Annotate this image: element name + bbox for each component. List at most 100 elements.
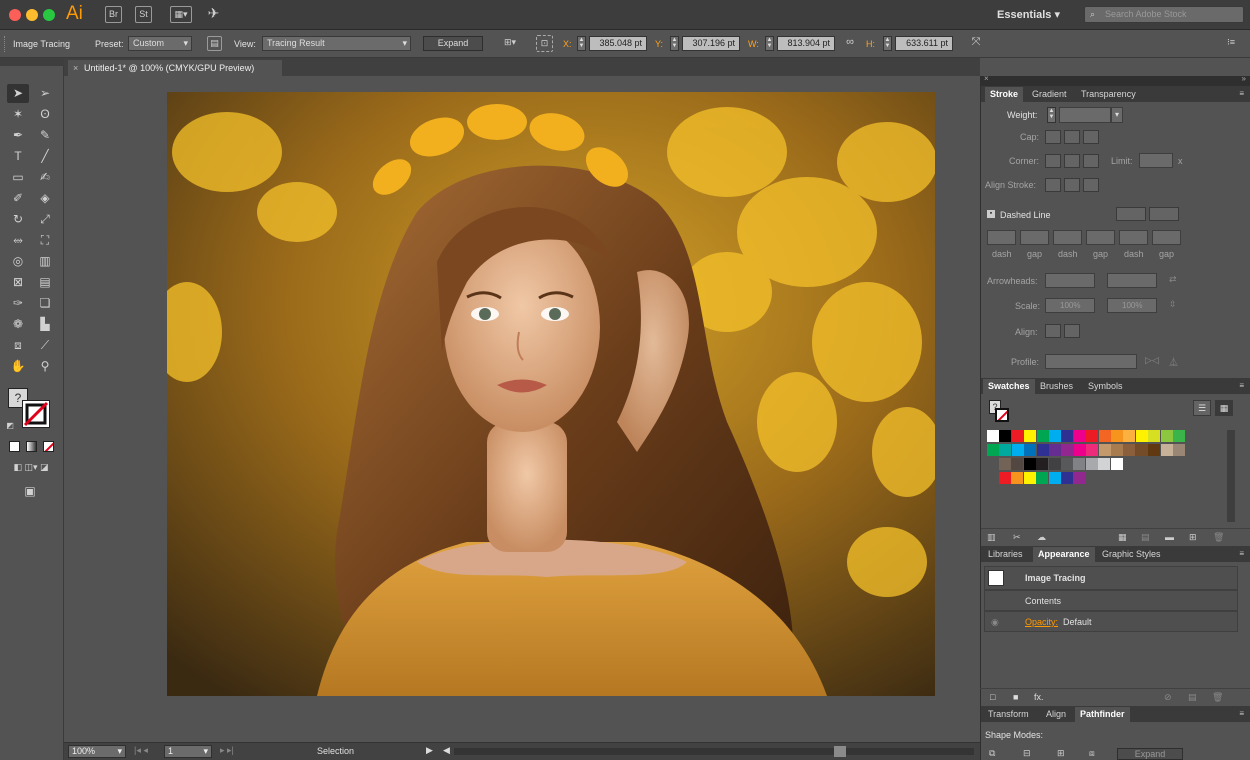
h-field[interactable]: 633.611 pt bbox=[895, 36, 953, 51]
arrow-tip-beyond-button[interactable] bbox=[1045, 324, 1061, 338]
artboard-tool-icon[interactable]: ⧈ bbox=[7, 336, 29, 355]
y-stepper[interactable]: ▲ ▼ bbox=[670, 36, 679, 51]
miter-join-button[interactable] bbox=[1045, 154, 1061, 168]
color-swatch[interactable] bbox=[999, 472, 1011, 484]
start-scale-field[interactable]: 100% bbox=[1045, 298, 1095, 313]
scroll-thumb[interactable] bbox=[834, 746, 846, 757]
color-swatch[interactable] bbox=[1073, 472, 1086, 484]
preset-select[interactable]: Custom bbox=[128, 36, 192, 51]
color-swatch[interactable] bbox=[1148, 444, 1161, 456]
end-arrowhead-select[interactable] bbox=[1107, 273, 1157, 288]
view-select[interactable]: Tracing Result bbox=[262, 36, 411, 51]
eraser-tool-icon[interactable]: ◈ bbox=[34, 189, 56, 208]
hand-tool-icon[interactable]: ✋ bbox=[7, 357, 29, 376]
minimize-window-button[interactable] bbox=[26, 9, 38, 21]
tab-transform[interactable]: Transform bbox=[983, 707, 1034, 722]
transform-options-icon[interactable]: ⤧ bbox=[968, 36, 984, 51]
lasso-tool-icon[interactable]: ʘ bbox=[34, 105, 56, 124]
horizontal-scrollbar[interactable] bbox=[454, 746, 974, 757]
flip-vertical-icon[interactable]: ⏅ bbox=[1169, 355, 1178, 368]
start-arrowhead-select[interactable] bbox=[1045, 273, 1095, 288]
tab-transparency[interactable]: Transparency bbox=[1076, 87, 1141, 102]
color-swatch[interactable] bbox=[1061, 444, 1074, 456]
color-swatch[interactable] bbox=[1036, 430, 1049, 442]
screen-mode-icon[interactable]: ▣ bbox=[19, 482, 41, 501]
artboard-select[interactable]: 1 ▾ bbox=[164, 745, 212, 758]
color-swatch[interactable] bbox=[1061, 430, 1074, 442]
shape-builder-tool-icon[interactable]: ◎ bbox=[7, 252, 29, 271]
zoom-select[interactable]: 100% ▾ bbox=[68, 745, 126, 758]
flip-horizontal-icon[interactable]: ▷◁ bbox=[1145, 355, 1159, 366]
add-stroke-icon[interactable]: □ bbox=[990, 692, 995, 702]
duplicate-item-icon[interactable]: ▤ bbox=[1188, 692, 1197, 703]
minus-front-icon[interactable]: ⊟ bbox=[1023, 748, 1031, 759]
color-swatch[interactable] bbox=[987, 430, 999, 442]
appearance-panel-menu-icon[interactable]: ≡ bbox=[1239, 549, 1244, 558]
symbol-sprayer-tool-icon[interactable]: ❁ bbox=[7, 315, 29, 334]
reference-point-icon[interactable]: ⊞▾ bbox=[500, 36, 520, 51]
dash-field-3[interactable] bbox=[1119, 230, 1148, 245]
new-color-group-icon[interactable]: ▬ bbox=[1165, 532, 1174, 542]
gradient-mode-icon[interactable] bbox=[26, 441, 37, 452]
round-cap-button[interactable] bbox=[1064, 130, 1080, 144]
color-swatch[interactable] bbox=[1086, 444, 1099, 456]
free-transform-tool-icon[interactable]: ⛶ bbox=[34, 231, 56, 250]
align-dash-corners-button[interactable] bbox=[1149, 207, 1179, 221]
h-stepper[interactable]: ▲ ▼ bbox=[883, 36, 892, 51]
color-swatch[interactable] bbox=[1011, 430, 1024, 442]
color-swatch[interactable] bbox=[1011, 472, 1024, 484]
appearance-contents-row[interactable]: Contents bbox=[984, 590, 1238, 611]
add-fill-icon[interactable]: ■ bbox=[1013, 692, 1018, 702]
default-colors-icon[interactable]: ◩ bbox=[4, 420, 16, 432]
workspace-switcher[interactable]: Essentials ▾ bbox=[997, 8, 1060, 21]
swatches-panel-menu-icon[interactable]: ≡ bbox=[1239, 381, 1244, 390]
color-swatch[interactable] bbox=[1023, 458, 1036, 470]
color-swatch[interactable] bbox=[999, 444, 1012, 456]
weight-field[interactable] bbox=[1059, 107, 1111, 123]
eyedropper-tool-icon[interactable]: ✑ bbox=[7, 294, 29, 313]
blend-tool-icon[interactable]: ❏ bbox=[34, 294, 56, 313]
magic-wand-tool-icon[interactable]: ✶ bbox=[7, 105, 29, 124]
appearance-opacity-row[interactable]: ◉ Opacity: Default bbox=[984, 611, 1238, 632]
x-stepper[interactable]: ▲ ▼ bbox=[577, 36, 586, 51]
color-swatch[interactable] bbox=[1123, 430, 1136, 442]
zoom-window-button[interactable] bbox=[43, 9, 55, 21]
color-swatch[interactable] bbox=[1011, 458, 1024, 470]
tab-symbols[interactable]: Symbols bbox=[1083, 379, 1128, 394]
swatch-stroke-indicator[interactable] bbox=[995, 408, 1009, 422]
x-field[interactable]: 385.048 pt bbox=[589, 36, 647, 51]
color-swatch[interactable] bbox=[1073, 458, 1086, 470]
swatches-scrollbar[interactable] bbox=[1227, 430, 1235, 522]
constrain-proportions-icon[interactable]: ∞ bbox=[842, 36, 858, 51]
perspective-grid-tool-icon[interactable]: ▥ bbox=[34, 252, 56, 271]
tab-stroke[interactable]: Stroke bbox=[985, 87, 1024, 102]
expand-button[interactable]: Expand bbox=[423, 36, 483, 51]
color-swatch[interactable] bbox=[1085, 458, 1098, 470]
pathfinder-expand-button[interactable]: Expand bbox=[1117, 748, 1183, 760]
color-swatch[interactable] bbox=[1036, 444, 1049, 456]
panel-dock-header[interactable]: ×» bbox=[981, 74, 1250, 86]
show-swatch-kinds-icon[interactable]: ▦ bbox=[1118, 532, 1127, 543]
profile-select[interactable] bbox=[1045, 354, 1137, 369]
gap-field-1[interactable] bbox=[1020, 230, 1049, 245]
align-inside-button[interactable] bbox=[1064, 178, 1080, 192]
delete-item-icon[interactable]: 🗑 bbox=[1212, 692, 1223, 703]
control-bar-grip[interactable] bbox=[4, 36, 7, 52]
color-swatch[interactable] bbox=[999, 430, 1012, 442]
transform-reference-icon[interactable]: ⊡ bbox=[536, 35, 553, 52]
visibility-eye-icon[interactable]: ◉ bbox=[991, 617, 999, 628]
color-swatch[interactable] bbox=[1173, 444, 1185, 456]
gpu-performance-icon[interactable]: ✈ bbox=[205, 6, 222, 23]
color-swatch[interactable] bbox=[1098, 430, 1111, 442]
color-mode-icon[interactable] bbox=[9, 441, 20, 452]
tab-pathfinder[interactable]: Pathfinder bbox=[1075, 707, 1130, 722]
color-swatch[interactable] bbox=[987, 444, 999, 456]
color-swatch[interactable] bbox=[1135, 444, 1148, 456]
line-tool-icon[interactable]: ╱ bbox=[34, 147, 56, 166]
delete-swatch-icon[interactable]: 🗑 bbox=[1213, 532, 1224, 543]
selection-tool-icon[interactable]: ➤ bbox=[7, 84, 29, 103]
tab-gradient[interactable]: Gradient bbox=[1027, 87, 1072, 102]
color-swatch[interactable] bbox=[1135, 430, 1148, 442]
color-swatch[interactable] bbox=[1111, 444, 1123, 456]
new-swatch-icon[interactable]: ⊞ bbox=[1189, 532, 1197, 543]
